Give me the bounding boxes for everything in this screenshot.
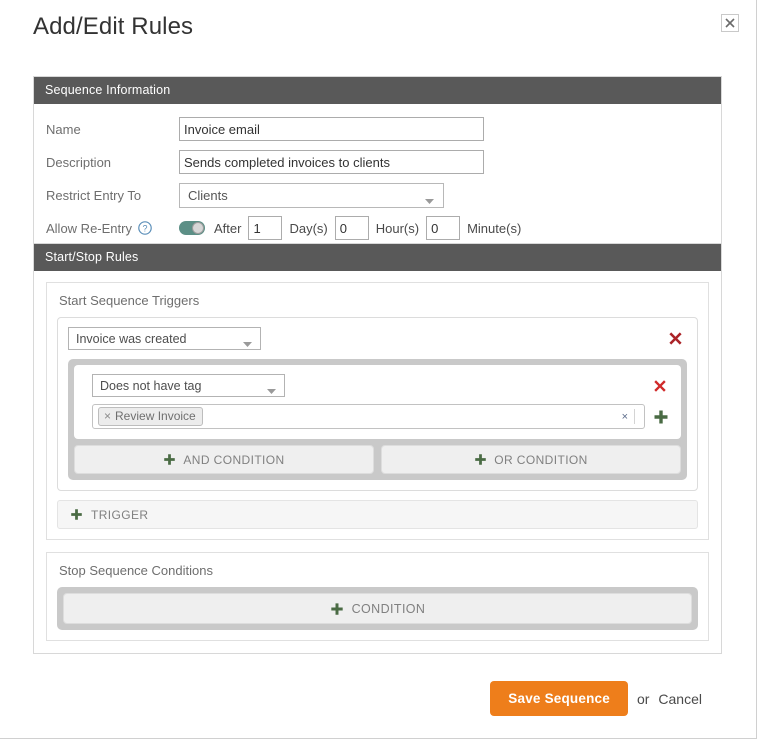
condition-group-wrapper: Does not have tag × Review Invoice × AND… — [68, 359, 687, 480]
stop-condition-wrapper: CONDITION — [57, 587, 698, 630]
start-sequence-triggers-section: Start Sequence Triggers Invoice was crea… — [46, 282, 709, 540]
tag-input-row: × Review Invoice × — [86, 404, 671, 429]
tag-chip[interactable]: × Review Invoice — [98, 407, 203, 426]
chevron-down-icon — [267, 384, 276, 398]
plus-icon — [71, 509, 82, 520]
or-label: or — [636, 690, 650, 707]
days-label: Day(s) — [289, 220, 328, 236]
sequence-information-header: Sequence Information — [34, 77, 721, 104]
name-label: Name — [46, 121, 81, 137]
sequence-information-panel: Sequence Information Name Description Re… — [33, 76, 722, 259]
clear-tags-icon[interactable]: × — [622, 411, 628, 423]
restrict-entry-value: Clients — [188, 187, 228, 203]
delete-icon — [654, 379, 666, 392]
toggle-knob — [192, 222, 204, 234]
add-or-condition-label: OR CONDITION — [494, 452, 588, 467]
cancel-link[interactable]: Cancel — [658, 691, 702, 707]
delete-icon — [669, 332, 682, 345]
save-sequence-button[interactable]: Save Sequence — [490, 681, 628, 716]
trigger-header-row: Invoice was created — [68, 327, 687, 350]
chevron-down-icon — [425, 193, 434, 208]
help-icon[interactable]: ? — [138, 221, 152, 235]
start-stop-rules-header: Start/Stop Rules — [34, 244, 721, 271]
tag-input[interactable]: × Review Invoice × — [92, 404, 645, 429]
sequence-information-body: Name Description Restrict Entry To Clien… — [34, 104, 721, 258]
add-stop-condition-label: CONDITION — [351, 601, 426, 616]
add-or-condition-button[interactable]: OR CONDITION — [381, 445, 681, 474]
delete-condition-button[interactable] — [653, 379, 667, 393]
plus-icon — [164, 454, 176, 465]
add-trigger-button[interactable]: TRIGGER — [57, 500, 698, 529]
page-title: Add/Edit Rules — [33, 13, 194, 40]
start-stop-rules-body: Start Sequence Triggers Invoice was crea… — [34, 271, 721, 653]
trigger-type-select[interactable]: Invoice was created — [68, 327, 261, 350]
description-input[interactable] — [179, 150, 484, 174]
trigger-type-value: Invoice was created — [76, 331, 187, 346]
hours-input[interactable] — [334, 216, 369, 240]
chevron-down-icon — [243, 337, 252, 351]
minutes-input[interactable] — [426, 216, 461, 240]
svg-text:?: ? — [142, 223, 147, 233]
add-tag-condition-button[interactable] — [653, 409, 669, 425]
close-icon[interactable] — [721, 14, 739, 32]
days-input[interactable] — [248, 216, 283, 240]
condition-card: Does not have tag × Review Invoice × — [74, 365, 681, 439]
hours-label: Hour(s) — [375, 220, 420, 236]
after-label: After — [214, 220, 242, 236]
start-stop-rules-panel: Start/Stop Rules Start Sequence Triggers… — [33, 243, 722, 654]
allow-reentry-toggle[interactable] — [179, 221, 205, 235]
remove-tag-icon[interactable]: × — [104, 409, 111, 423]
delete-trigger-button[interactable] — [668, 331, 683, 346]
add-edit-rules-dialog: Add/Edit Rules Sequence Information Name… — [0, 0, 757, 739]
allow-reentry-text: Allow Re-Entry — [46, 220, 132, 236]
tag-chip-label: Review Invoice — [115, 409, 196, 423]
start-sequence-triggers-title: Start Sequence Triggers — [59, 293, 200, 308]
stop-sequence-conditions-section: Stop Sequence Conditions CONDITION — [46, 552, 709, 641]
trigger-card: Invoice was created Does not have tag × … — [57, 317, 698, 491]
plus-icon — [330, 602, 343, 615]
add-stop-condition-button[interactable]: CONDITION — [63, 593, 692, 624]
minutes-label: Minute(s) — [467, 220, 522, 236]
restrict-entry-label: Restrict Entry To — [46, 187, 142, 203]
restrict-entry-select[interactable]: Clients — [179, 182, 444, 208]
condition-header-row: Does not have tag — [86, 374, 671, 397]
add-trigger-label: TRIGGER — [91, 507, 149, 522]
allow-reentry-row: Allow Re-Entry ? After Day(s) Hour(s) — [46, 213, 709, 243]
add-and-condition-label: AND CONDITION — [183, 452, 285, 467]
dialog-footer: Save Sequence or Cancel — [490, 681, 702, 716]
stop-sequence-conditions-title: Stop Sequence Conditions — [59, 563, 213, 578]
description-row: Description — [46, 147, 709, 177]
tag-field-divider — [634, 409, 635, 424]
add-and-condition-button[interactable]: AND CONDITION — [74, 445, 374, 474]
restrict-entry-row: Restrict Entry To Clients — [46, 180, 709, 210]
description-label: Description — [46, 154, 112, 170]
condition-actions-row: AND CONDITION OR CONDITION — [74, 445, 681, 474]
name-row: Name — [46, 114, 709, 144]
allow-reentry-label: Allow Re-Entry ? — [46, 221, 179, 236]
plus-icon — [654, 410, 668, 423]
name-input[interactable] — [179, 117, 484, 141]
condition-type-select[interactable]: Does not have tag — [92, 374, 285, 397]
plus-icon — [475, 454, 487, 465]
condition-type-value: Does not have tag — [100, 378, 202, 393]
